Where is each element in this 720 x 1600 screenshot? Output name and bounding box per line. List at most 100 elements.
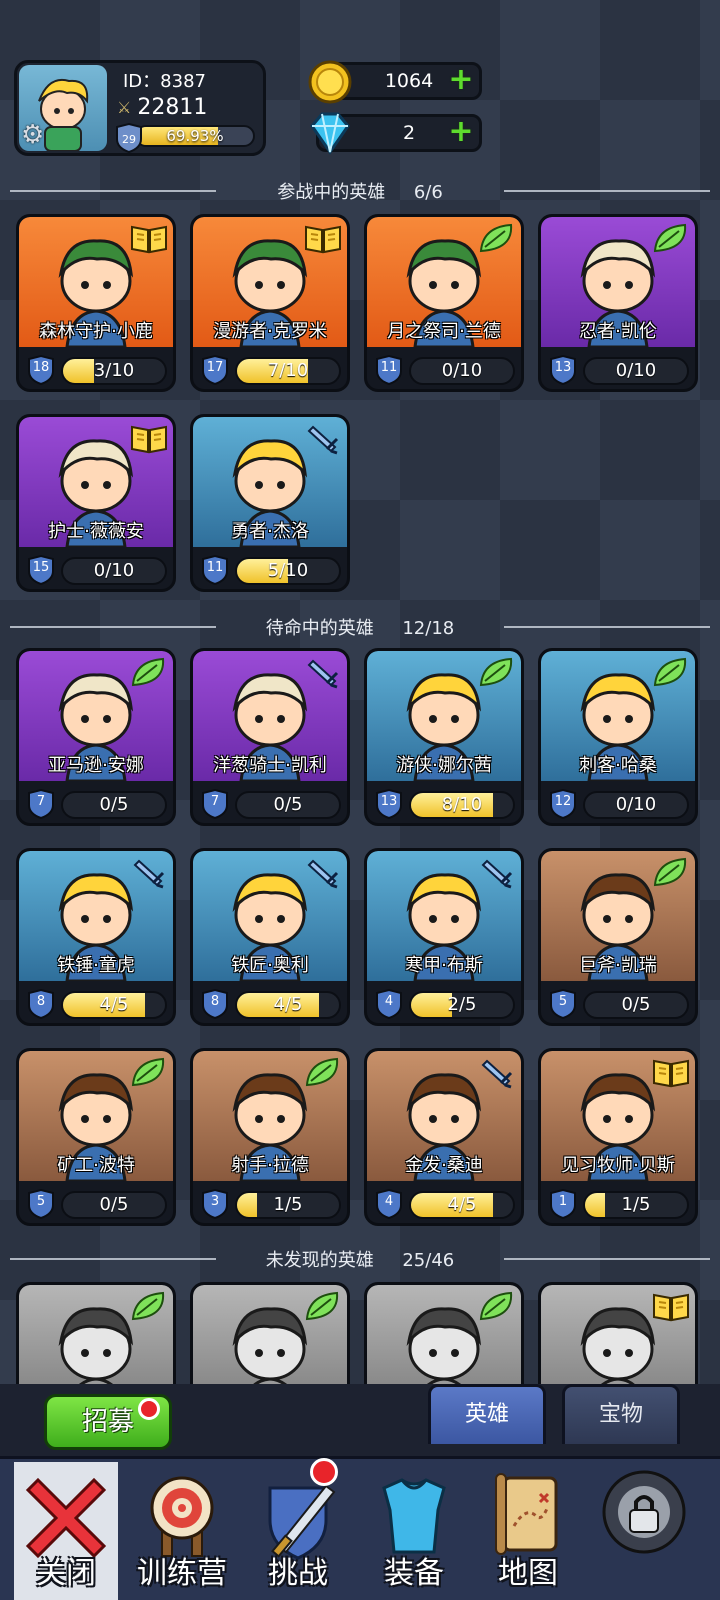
hero-card[interactable]: 巨斧·凯瑞 5 0/5 [538, 848, 698, 1026]
player-profile-panel[interactable]: ⚙ ID：8387 ⚔ 22811 69.93% 29 [14, 60, 266, 156]
tab-heroes[interactable]: 英雄 [428, 1384, 546, 1444]
hero-name: 护士·薇薇安 [48, 521, 144, 542]
section-title: 未发现的英雄 25/46 [265, 1250, 455, 1271]
sword-icon [129, 855, 169, 889]
hero-card[interactable]: 月之祭司·兰德 11 0/10 [364, 214, 524, 392]
player-avatar[interactable]: ⚙ [19, 65, 107, 151]
hero-card[interactable]: 洋葱骑士·凯利 7 0/5 [190, 648, 350, 826]
hero-progress-text: 0/5 [99, 1194, 129, 1215]
sword-icon [477, 855, 517, 889]
hero-level: 12 [554, 794, 572, 809]
hero-name: 忍者·凯伦 [579, 321, 657, 342]
nav-equipment-label: 装备 [384, 1556, 444, 1591]
sword-icon [303, 655, 343, 689]
nav-close[interactable]: 关闭 [8, 1462, 124, 1600]
nav-equipment[interactable]: 装备 [356, 1462, 472, 1600]
xp-percent: 69.93% [166, 127, 224, 145]
hero-card[interactable]: 铁匠·奥利 8 4/5 [190, 848, 350, 1026]
locked-icon [602, 1470, 686, 1554]
leaf-icon [477, 655, 517, 689]
book-icon [303, 221, 343, 255]
hero-progress-text: 1/5 [273, 1194, 303, 1215]
nav-training-camp[interactable]: 训练营 [124, 1462, 240, 1600]
leaf-icon [129, 655, 169, 689]
player-power: ⚔ 22811 [117, 95, 207, 120]
hero-name: 见习牧师·贝斯 [561, 1155, 675, 1176]
hero-level: 7 [36, 794, 46, 809]
sword-icon [303, 421, 343, 455]
hero-card[interactable]: 射手·拉德 3 1/5 [190, 1048, 350, 1226]
leaf-icon [303, 1055, 343, 1089]
power-value: 22811 [137, 95, 208, 120]
book-icon [651, 1055, 691, 1089]
hero-card[interactable]: 金发·桑迪 4 4/5 [364, 1048, 524, 1226]
sword-icon [303, 855, 343, 889]
nav-challenge-label: 挑战 [268, 1556, 328, 1591]
hero-progress-text: 0/5 [99, 794, 129, 815]
leaf-icon [303, 1289, 343, 1323]
hero-card[interactable]: 见习牧师·贝斯 1 1/5 [538, 1048, 698, 1226]
hero-progress-text: 4/5 [99, 994, 129, 1015]
leaf-icon [129, 1289, 169, 1323]
nav-close-label: 关闭 [36, 1556, 96, 1591]
hero-card[interactable]: 护士·薇薇安 15 0/10 [16, 414, 176, 592]
hero-name: 矿工·波特 [57, 1155, 135, 1176]
hero-card[interactable]: 忍者·凯伦 13 0/10 [538, 214, 698, 392]
recruit-label: 招募 [81, 1407, 134, 1437]
hero-progress-text: 0/10 [615, 794, 657, 815]
hero-card[interactable]: 森林守护·小鹿 18 3/10 [16, 214, 176, 392]
gold-coin-icon [308, 60, 352, 104]
hero-card[interactable]: 亚马逊·安娜 7 0/5 [16, 648, 176, 826]
hero-level: 7 [210, 794, 220, 809]
hero-name: 刺客·哈桑 [579, 755, 657, 776]
hero-card[interactable]: 铁锤·童虎 8 4/5 [16, 848, 176, 1026]
leaf-icon [129, 1055, 169, 1089]
leaf-icon [477, 1289, 517, 1323]
hero-progress-text: 4/5 [447, 1194, 477, 1215]
hero-progress-text: 2/5 [447, 994, 477, 1015]
add-gold-button[interactable]: + [447, 65, 475, 95]
hero-card[interactable]: 刺客·哈桑 12 0/10 [538, 648, 698, 826]
hero-level: 4 [384, 994, 394, 1009]
hero-level: 13 [380, 794, 398, 809]
section-title: 待命中的英雄 12/18 [265, 618, 455, 639]
hero-level: 8 [210, 994, 220, 1009]
hero-level: 1 [558, 1194, 568, 1209]
hero-progress-text: 0/10 [441, 360, 483, 381]
nav-locked[interactable] [586, 1462, 702, 1600]
tab-treasure[interactable]: 宝物 [562, 1384, 680, 1444]
tab-heroes-label: 英雄 [464, 1402, 509, 1427]
hero-name: 射手·拉德 [231, 1155, 309, 1176]
nav-map-label: 地图 [498, 1556, 558, 1591]
add-diamond-button[interactable]: + [447, 117, 475, 147]
hero-level: 18 [32, 360, 50, 375]
hero-name: 铁锤·童虎 [57, 955, 135, 976]
leaf-icon [477, 221, 517, 255]
hero-progress-text: 8/10 [441, 794, 483, 815]
hero-name: 森林守护·小鹿 [39, 321, 153, 342]
hero-progress-text: 1/5 [621, 1194, 651, 1215]
settings-gear-icon[interactable]: ⚙ [21, 121, 49, 149]
nav-training-label: 训练营 [137, 1556, 227, 1591]
book-icon [651, 1289, 691, 1323]
hero-card[interactable]: 游侠·娜尔茜 13 8/10 [364, 648, 524, 826]
book-icon [129, 221, 169, 255]
hero-card[interactable]: 矿工·波特 5 0/5 [16, 1048, 176, 1226]
nav-map[interactable]: 地图 [470, 1462, 586, 1600]
diamond-icon [310, 112, 350, 155]
leaf-icon [651, 221, 691, 255]
hero-level: 4 [384, 1194, 394, 1209]
hero-name: 勇者·杰洛 [231, 521, 309, 542]
hero-card[interactable]: 勇者·杰洛 11 5/10 [190, 414, 350, 592]
nav-challenge[interactable]: 挑战 [240, 1458, 356, 1600]
crossed-swords-icon: ⚔ [117, 98, 132, 117]
hero-progress-text: 0/10 [615, 360, 657, 381]
hero-level: 8 [36, 994, 46, 1009]
section-undiscovered-heroes: 未发现的英雄 25/46 [0, 1244, 720, 1274]
hero-card[interactable]: 漫游者·克罗米 17 7/10 [190, 214, 350, 392]
sword-icon [477, 1055, 517, 1089]
hero-card[interactable]: 寒甲·布斯 4 2/5 [364, 848, 524, 1026]
hero-name: 月之祭司·兰德 [387, 321, 501, 342]
player-level-shield-icon: 29 [116, 123, 142, 153]
hero-progress-text: 0/5 [273, 794, 303, 815]
